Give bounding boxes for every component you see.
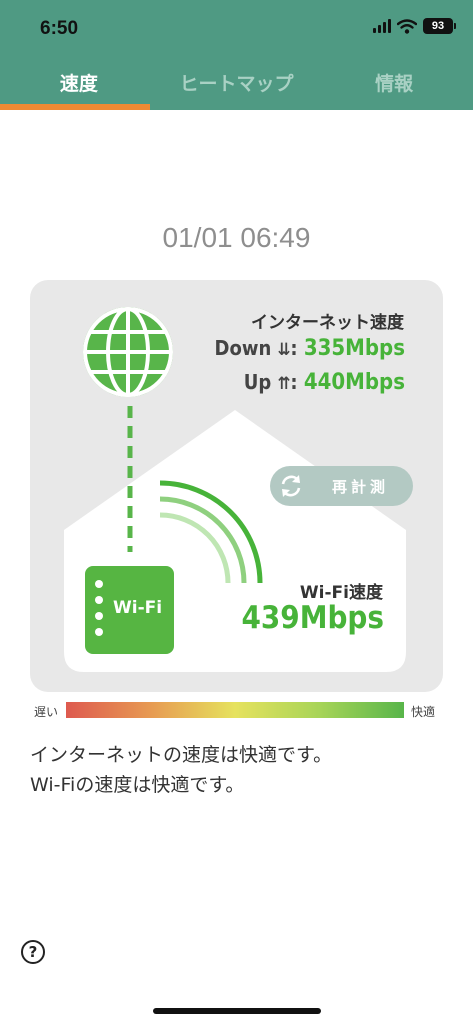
download-label: Down — [214, 336, 272, 360]
wifi-speed-value: 439Mbps — [241, 600, 384, 636]
tab-heatmap[interactable]: ヒートマップ — [158, 62, 316, 106]
battery-icon: 93 — [423, 18, 456, 34]
remeasure-label: 再計測 — [332, 477, 390, 496]
internet-speed-title: インターネット速度 — [251, 313, 404, 333]
wifi-router-icon: Wi-Fi — [85, 566, 174, 654]
upload-speed-value: 440Mbps — [303, 370, 405, 395]
download-arrow-icon: ⇊ — [277, 340, 291, 360]
status-time: 6:50 — [40, 18, 79, 39]
status-icons: 93 — [373, 18, 456, 34]
globe-icon — [83, 307, 173, 397]
measurement-timestamp: 01/01 06:49 — [162, 222, 311, 253]
scale-fast-label: 快適 — [411, 705, 436, 719]
refresh-icon — [281, 475, 301, 497]
tab-bar: 速度 ヒートマップ 情報 — [0, 62, 473, 106]
signal-icon — [373, 19, 391, 33]
tab-info[interactable]: 情報 — [315, 62, 473, 106]
upload-arrow-icon: ⇈ — [277, 374, 291, 394]
home-indicator — [153, 1008, 321, 1014]
scale-slow-label: 遅い — [34, 705, 59, 719]
help-icon[interactable]: ? — [21, 940, 45, 964]
internet-status-message: インターネットの速度は快適です。 — [30, 744, 333, 766]
tab-speed[interactable]: 速度 — [0, 62, 158, 106]
remeasure-button[interactable]: 再計測 — [270, 466, 413, 506]
tab-indicator — [0, 104, 150, 110]
wifi-icon — [397, 18, 417, 34]
download-speed-row: Down ⇊: 335Mbps — [214, 336, 405, 361]
download-speed-value: 335Mbps — [303, 336, 405, 361]
wifi-status-message: Wi-Fiの速度は快適です。 — [30, 774, 245, 796]
speed-scale-bar — [66, 702, 404, 718]
upload-label: Up — [243, 370, 272, 394]
upload-speed-row: Up ⇈: 440Mbps — [243, 370, 405, 395]
wifi-device-label: Wi-Fi — [113, 598, 163, 618]
